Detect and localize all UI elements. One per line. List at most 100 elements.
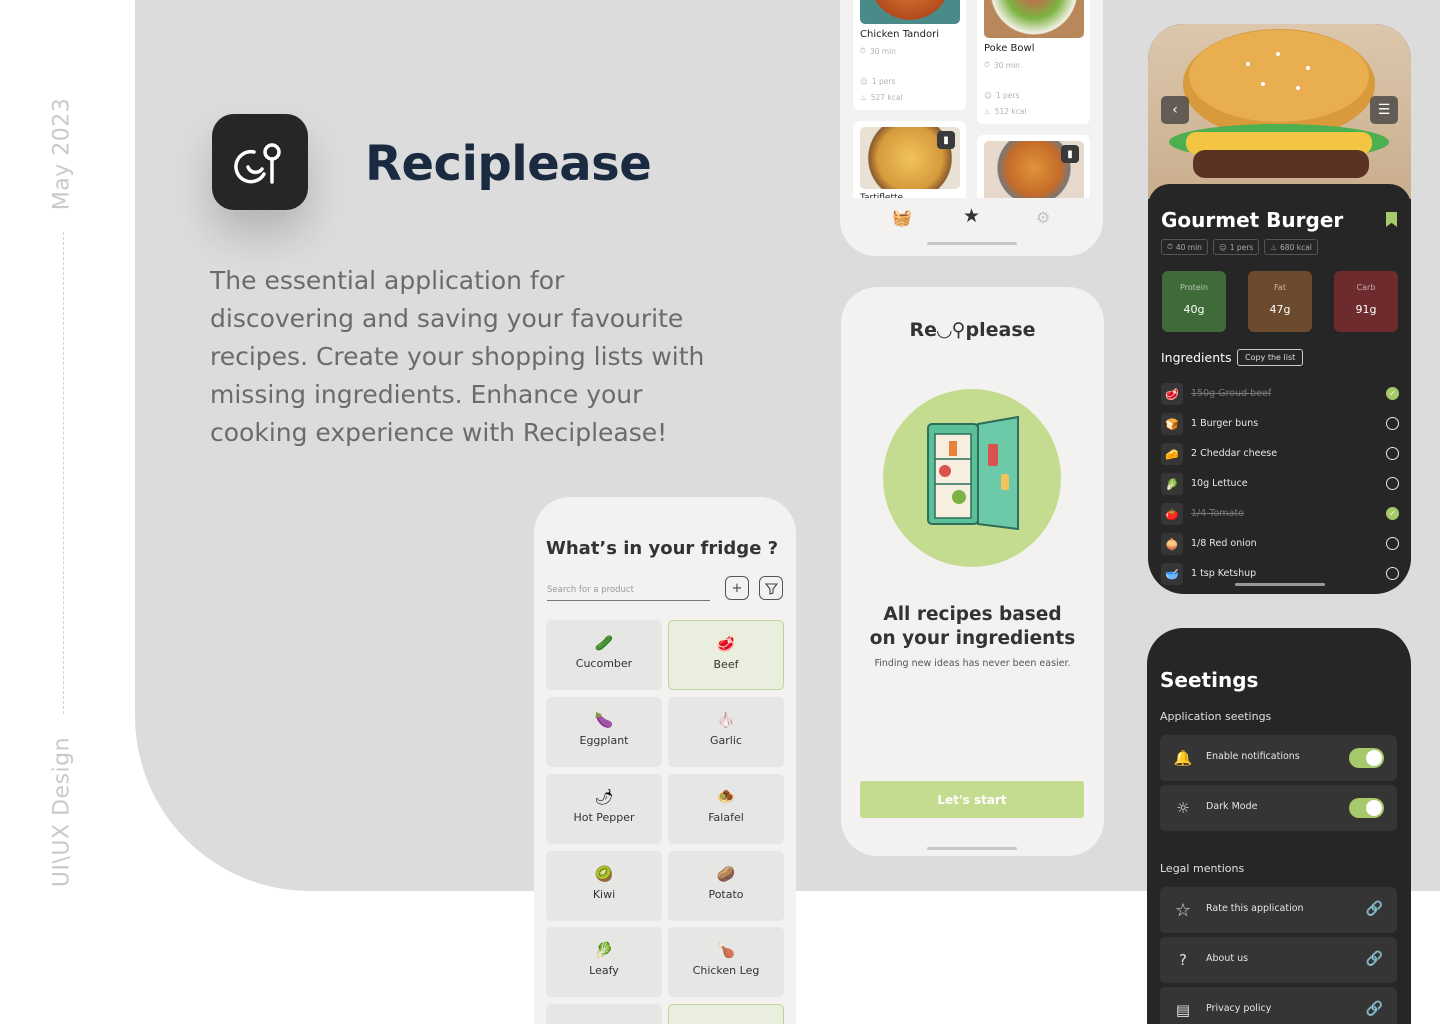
gear-icon[interactable]: ⚙ [1036, 208, 1050, 227]
recipe-card-poke-bowl[interactable]: Poke Bowl ⏱ 30 min ☺ 1 pers ♨ 512 kcal [977, 0, 1090, 124]
checkbox[interactable]: ✓ [1386, 387, 1399, 400]
ingredient-row[interactable]: 🍅 1/4 Tomato ✓ [1161, 503, 1399, 525]
ingredient-row[interactable]: 🍞 1 Burger buns [1161, 413, 1399, 435]
beef-icon: 🥩 [716, 635, 736, 653]
list-button[interactable]: ☰ [1370, 96, 1398, 124]
checkbox[interactable] [1386, 417, 1399, 430]
timer-icon: ⏱ [1167, 242, 1173, 251]
recipe-title: Chicken Tandori [860, 29, 939, 40]
recipe-card: Gourmet Burger ⏱ 40 min ☺ 1 pers ♨ 680 kcal… [1148, 184, 1411, 594]
product-tile[interactable] [668, 1004, 784, 1024]
document-icon: ▤ [1175, 1001, 1191, 1019]
person-icon: ☺ [984, 91, 992, 100]
link-icon: 🔗 [1365, 1001, 1383, 1017]
copy-list-button[interactable]: Copy the list [1237, 349, 1304, 366]
fridge-screen: What’s in your fridge ? Search for a pro… [534, 497, 796, 1024]
basket-icon[interactable]: 🧺 [892, 208, 912, 227]
bookmark-icon[interactable]: ▮ [1061, 145, 1079, 163]
list-icon: ☰ [1377, 102, 1391, 118]
falafel-icon: 🧆 [716, 788, 736, 806]
notifications-toggle[interactable] [1349, 748, 1384, 768]
recipe-card-chicken-tandori[interactable]: Chicken Tandori ⏱ 30 min ☺ 1 pers ♨ 527 kca… [853, 0, 966, 110]
checkbox[interactable]: ✓ [1386, 507, 1399, 520]
cheese-icon: 🧀 [1161, 443, 1183, 465]
dark-mode-toggle[interactable] [1349, 798, 1384, 818]
app-settings-heading: Application seetings [1160, 710, 1272, 723]
search-input[interactable]: Search for a product [547, 583, 710, 601]
product-tile-garlic[interactable]: 🧄 Garlic [668, 697, 784, 767]
filter-button[interactable] [759, 576, 783, 600]
ingredient-row[interactable]: 🧅 1/8 Red onion [1161, 533, 1399, 555]
ingredients-title: Ingredients [1161, 350, 1232, 365]
flame-icon: ♨ [860, 93, 867, 102]
product-tile-falafel[interactable]: 🧆 Falafel [668, 774, 784, 844]
onboarding-logo: Re◡⚲please [909, 319, 1036, 341]
product-tile-leafy[interactable]: 🥬 Leafy [546, 927, 662, 997]
product-tile-beef[interactable]: 🥩 Beef [668, 620, 784, 690]
person-icon: ☺ [860, 77, 868, 86]
kiwi-icon: 🥝 [594, 865, 614, 883]
settings-screen: Seetings Application seetings 🔔 Enable n… [1147, 628, 1411, 1024]
poke-bowl-image [984, 0, 1084, 38]
plus-icon: + [731, 580, 743, 596]
onion-icon: 🧅 [1161, 533, 1183, 555]
ingredient-row[interactable]: 🥬 10g Lettuce [1161, 473, 1399, 495]
ingredient-row[interactable]: 🥣 1 tsp Ketshup [1161, 563, 1399, 585]
divider-line [63, 232, 64, 714]
lets-start-button[interactable]: Let's start [860, 781, 1084, 818]
tomato-icon: 🍅 [1161, 503, 1183, 525]
persons-chip: ☺ 1 pers [1212, 239, 1260, 255]
home-indicator [1235, 583, 1325, 586]
person-icon: ☺ [1218, 242, 1227, 252]
ingredient-row[interactable]: 🧀 2 Cheddar cheese [1161, 443, 1399, 465]
ingredient-row[interactable]: 🥩 150g Groud beef ✓ [1161, 383, 1399, 405]
bookmark-icon[interactable]: ▮ [937, 131, 955, 149]
bread-icon: 🍞 [1161, 413, 1183, 435]
recipe-kcal: ♨ 512 kcal [984, 107, 1027, 116]
privacy-row[interactable]: ▤ Privacy policy 🔗 [1160, 987, 1397, 1024]
leafy-icon: 🥬 [594, 941, 614, 959]
app-name: Reciplease [365, 136, 652, 192]
beef-icon: 🥩 [1161, 383, 1183, 405]
date-label: May 2023 [49, 97, 75, 211]
product-tile-hot-pepper[interactable]: 🌶 Hot Pepper [546, 774, 662, 844]
product-tile-potato[interactable]: 🥔 Potato [668, 851, 784, 921]
product-tile[interactable] [546, 1004, 662, 1024]
recipe-card-tartiflette[interactable]: ▮ Tartiflette [853, 121, 966, 201]
product-tile-chicken-leg[interactable]: 🍗 Chicken Leg [668, 927, 784, 997]
checkbox[interactable] [1386, 447, 1399, 460]
recipe-persons: ☺ 1 pers [984, 91, 1020, 100]
flame-icon: ♨ [984, 107, 991, 116]
product-tile-cucomber[interactable]: 🥒 Cucomber [546, 620, 662, 690]
rate-app-row[interactable]: ☆ Rate this application 🔗 [1160, 887, 1397, 933]
checkbox[interactable] [1386, 477, 1399, 490]
recipe-time: ⏱ 30 min [860, 46, 896, 56]
checkbox[interactable] [1386, 537, 1399, 550]
onboarding-subtitle: Finding new ideas has never been easier. [874, 658, 1071, 669]
recipe-detail-screen: ‹ ☰ Gourmet Burger ⏱ 40 min ☺ 1 pers ♨ 680 … [1148, 24, 1411, 594]
onboarding-heading: All recipes based on your ingredients [869, 604, 1076, 649]
home-indicator [927, 847, 1017, 850]
recipe-persons: ☺ 1 pers [860, 77, 896, 86]
bookmark-icon[interactable] [1386, 212, 1397, 227]
legal-heading: Legal mentions [1160, 862, 1245, 875]
add-product-button[interactable]: + [725, 576, 749, 600]
product-tile-eggplant[interactable]: 🍆 Eggplant [546, 697, 662, 767]
notifications-row[interactable]: 🔔 Enable notifications [1160, 735, 1397, 781]
about-row[interactable]: ? About us 🔗 [1160, 937, 1397, 983]
star-outline-icon: ☆ [1174, 899, 1192, 921]
sauce-icon: 🥣 [1161, 563, 1183, 585]
dark-mode-row[interactable]: ☼ Dark Mode [1160, 785, 1397, 831]
back-button[interactable]: ‹ [1161, 96, 1189, 124]
product-tile-kiwi[interactable]: 🥝 Kiwi [546, 851, 662, 921]
fridge-illustration [883, 389, 1061, 567]
macro-protein: Protein 40g [1162, 271, 1226, 332]
star-icon[interactable]: ★ [963, 205, 980, 227]
fridge-title: What’s in your fridge ? [546, 538, 779, 559]
recipe-meta: ⏱ 40 min ☺ 1 pers ♨ 680 kcal [1161, 239, 1318, 255]
recipe-title: Poke Bowl [984, 43, 1035, 54]
checkbox[interactable] [1386, 567, 1399, 580]
eggplant-icon: 🍆 [594, 711, 614, 729]
recipe-card-soup[interactable]: ▮ [977, 135, 1090, 201]
recipe-kcal: ♨ 527 kcal [860, 93, 903, 102]
